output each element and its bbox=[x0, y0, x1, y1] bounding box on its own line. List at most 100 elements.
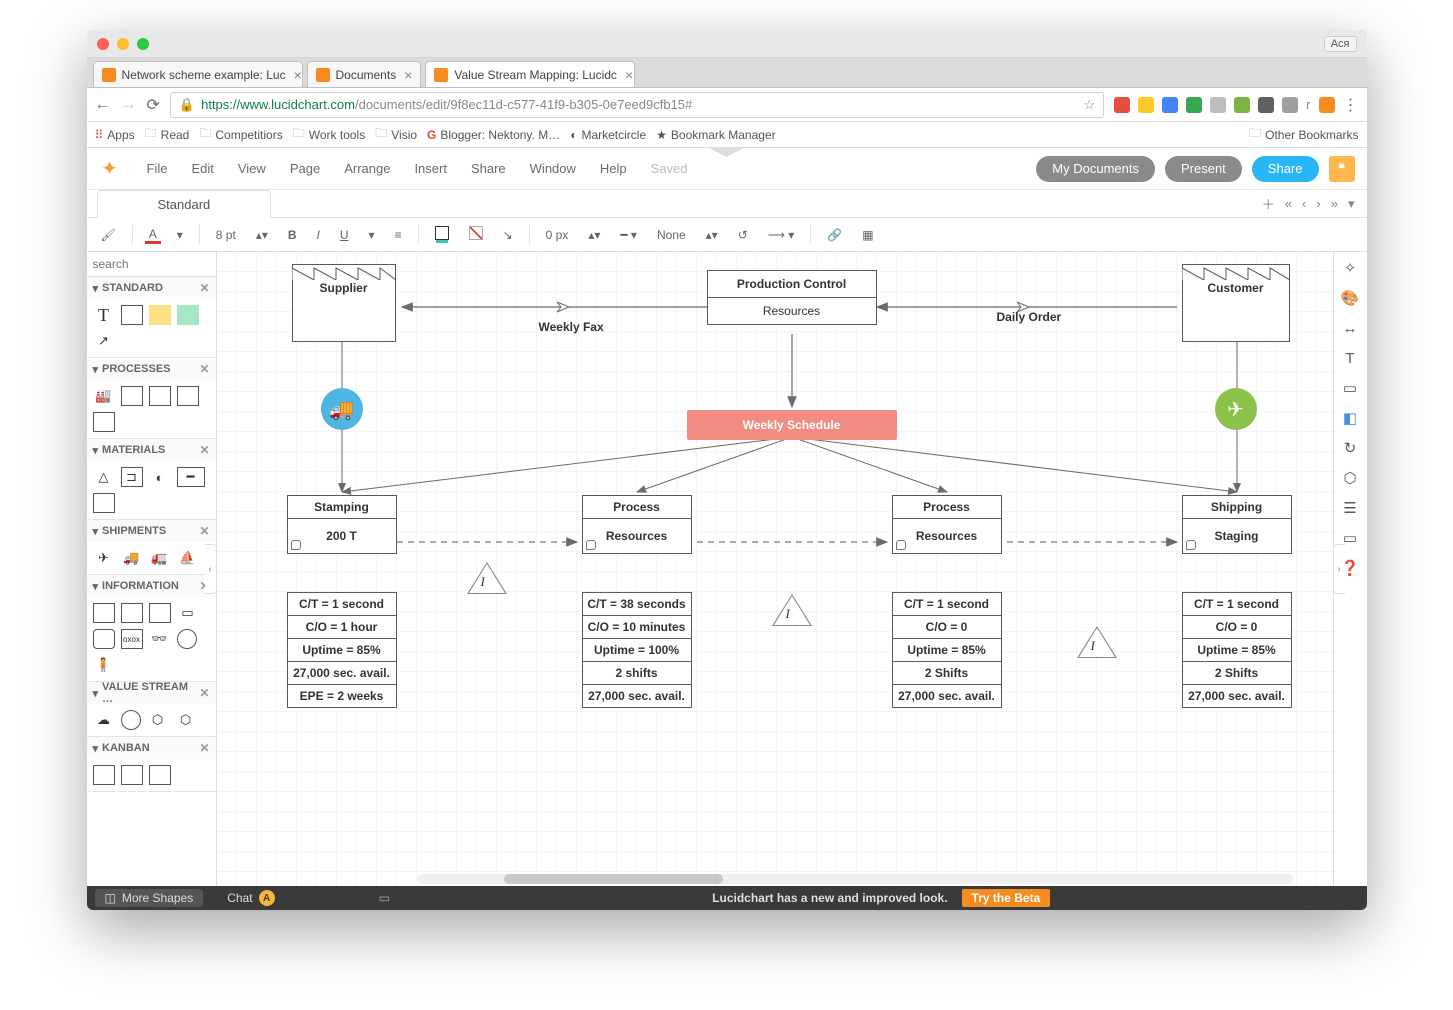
shape-pull-icon[interactable]: ◐ bbox=[149, 467, 171, 487]
share-button[interactable]: Share bbox=[1252, 156, 1319, 182]
font-size-stepper[interactable]: 8 pt bbox=[212, 226, 240, 244]
close-icon[interactable]: ✕ bbox=[199, 741, 209, 755]
search-input[interactable] bbox=[93, 257, 217, 271]
menu-share[interactable]: Share bbox=[461, 157, 516, 180]
extension-icon[interactable] bbox=[1282, 97, 1298, 113]
shape-inventory-icon[interactable]: △ bbox=[93, 467, 115, 487]
shape-glasses-icon[interactable]: 👓 bbox=[149, 629, 171, 649]
rightbar-collapse-icon[interactable]: › bbox=[1333, 544, 1345, 594]
shape-plane-icon[interactable]: ✈ bbox=[93, 548, 115, 568]
page-menu-icon[interactable]: ▾ bbox=[1348, 196, 1355, 212]
databox-process-2[interactable]: C/T = 1 second C/O = 0 Uptime = 85% 2 Sh… bbox=[892, 592, 1002, 708]
line-width-stepper[interactable]: 0 px bbox=[542, 226, 573, 244]
extension-icon[interactable] bbox=[1114, 97, 1130, 113]
canvas[interactable]: Supplier Customer Production Control Res… bbox=[217, 252, 1333, 886]
text-color-icon[interactable]: A bbox=[145, 225, 161, 244]
nav-forward-icon[interactable]: → bbox=[121, 96, 137, 114]
extension-icon[interactable] bbox=[1319, 97, 1335, 113]
app-logo-icon[interactable]: ✦ bbox=[99, 158, 121, 180]
shape-icon[interactable] bbox=[93, 765, 115, 785]
menu-edit[interactable]: Edit bbox=[181, 157, 223, 180]
shape-text-icon[interactable]: T bbox=[93, 305, 115, 325]
bookmark-item[interactable]: ◐Marketcircle bbox=[570, 128, 646, 142]
more-shapes-button[interactable]: ◫ More Shapes bbox=[95, 889, 204, 907]
fill-icon[interactable] bbox=[431, 224, 453, 245]
shape-process-icon[interactable] bbox=[177, 386, 199, 406]
shape-database-icon[interactable] bbox=[93, 629, 115, 649]
extension-icon[interactable] bbox=[1138, 97, 1154, 113]
add-page-icon[interactable]: ＋ bbox=[1262, 194, 1275, 213]
tab-close-icon[interactable]: × bbox=[625, 67, 633, 83]
profile-badge[interactable]: Ася bbox=[1324, 36, 1357, 52]
bookmark-item[interactable]: 🗀Work tools bbox=[293, 124, 365, 145]
node-process-stamping[interactable]: Stamping 200 T bbox=[287, 495, 397, 554]
node-weekly-schedule[interactable]: Weekly Schedule bbox=[687, 410, 897, 440]
page-prev-icon[interactable]: ‹ bbox=[1302, 196, 1306, 211]
text-icon[interactable]: T bbox=[1340, 348, 1360, 368]
shape-icon[interactable]: ▭ bbox=[177, 603, 199, 623]
underline-icon[interactable]: U bbox=[336, 226, 353, 244]
node-process-2[interactable]: Process Resources bbox=[892, 495, 1002, 554]
shape-buffer-icon[interactable] bbox=[93, 493, 115, 513]
data-icon[interactable]: ⬡ bbox=[1340, 468, 1360, 488]
menu-arrange[interactable]: Arrange bbox=[334, 157, 400, 180]
browser-tab[interactable]: Value Stream Mapping: Lucidc × bbox=[425, 61, 635, 87]
brush-icon[interactable]: 🖌 bbox=[97, 226, 120, 244]
sidebar-collapse-icon[interactable]: ‹ bbox=[205, 544, 217, 594]
shape-process-icon[interactable] bbox=[149, 386, 171, 406]
my-documents-button[interactable]: My Documents bbox=[1036, 156, 1155, 182]
inventory-icon[interactable]: I bbox=[1077, 626, 1117, 658]
node-supplier[interactable]: Supplier bbox=[292, 264, 396, 342]
browser-tab[interactable]: Documents × bbox=[307, 61, 422, 87]
link-icon[interactable]: 🔗 bbox=[823, 226, 846, 244]
menu-window[interactable]: Window bbox=[520, 157, 586, 180]
databox-shipping[interactable]: C/T = 1 second C/O = 0 Uptime = 85% 2 Sh… bbox=[1182, 592, 1292, 708]
plane-icon[interactable]: ✈ bbox=[1215, 388, 1257, 430]
shape-fifo-icon[interactable]: ━ bbox=[177, 467, 205, 487]
window-zoom-icon[interactable] bbox=[137, 38, 149, 50]
shape-icon[interactable] bbox=[149, 603, 171, 623]
present-button[interactable]: Present bbox=[1165, 156, 1242, 182]
inventory-icon[interactable]: I bbox=[467, 562, 507, 594]
close-icon[interactable]: ✕ bbox=[199, 686, 209, 700]
extension-icon[interactable] bbox=[1234, 97, 1250, 113]
browser-tab[interactable]: Network scheme example: Luc × bbox=[93, 61, 303, 87]
shape-circle-icon[interactable] bbox=[177, 629, 197, 649]
feedback-icon[interactable]: ❝ bbox=[1329, 156, 1355, 182]
menu-insert[interactable]: Insert bbox=[404, 157, 457, 180]
shape-forklift-icon[interactable]: 🚛 bbox=[149, 548, 171, 568]
nav-reload-icon[interactable]: ⟳ bbox=[147, 95, 160, 115]
page-first-icon[interactable]: « bbox=[1285, 196, 1292, 211]
extension-icon[interactable] bbox=[1258, 97, 1274, 113]
chat-button[interactable]: Chat A bbox=[217, 888, 284, 908]
page-tab[interactable]: Standard bbox=[97, 190, 272, 218]
shape-rect-icon[interactable] bbox=[121, 305, 143, 325]
dropdown-icon[interactable]: ▾ bbox=[365, 226, 379, 244]
bookmark-item[interactable]: 🗀Read bbox=[145, 124, 190, 145]
dropdown-icon[interactable]: ▾ bbox=[173, 226, 187, 244]
extension-icon[interactable] bbox=[1210, 97, 1226, 113]
line-routing-icon[interactable]: ↺ bbox=[734, 226, 752, 244]
shape-supermarket-icon[interactable]: ⊐ bbox=[121, 467, 143, 487]
nav-back-icon[interactable]: ← bbox=[95, 96, 111, 114]
stepper-icon[interactable]: ▴▾ bbox=[702, 226, 722, 244]
menu-view[interactable]: View bbox=[228, 157, 276, 180]
extension-icon[interactable] bbox=[1162, 97, 1178, 113]
chrome-menu-icon[interactable]: ⋮ bbox=[1343, 95, 1359, 115]
shape-factory-icon[interactable]: 🏭 bbox=[93, 386, 115, 406]
shape-process-icon[interactable] bbox=[121, 386, 143, 406]
ruler-icon[interactable]: ↔ bbox=[1340, 318, 1360, 338]
shape-boat-icon[interactable]: ⛵ bbox=[177, 548, 199, 568]
shape-truck-icon[interactable]: 🚚 bbox=[121, 548, 143, 568]
history-icon[interactable]: ↻ bbox=[1340, 438, 1360, 458]
minimize-chat-icon[interactable]: ▭ bbox=[379, 891, 390, 905]
bookmark-item[interactable]: 🗀Competitiors bbox=[199, 124, 282, 145]
shape-icon[interactable]: ⬡ bbox=[147, 710, 169, 730]
shape-note-icon[interactable] bbox=[177, 305, 199, 325]
close-icon[interactable]: ✕ bbox=[199, 443, 209, 457]
tab-close-icon[interactable]: × bbox=[404, 67, 412, 83]
chevron-down-icon[interactable] bbox=[708, 147, 746, 157]
bookmark-item[interactable]: ⠿Apps bbox=[95, 128, 135, 142]
databox-stamping[interactable]: C/T = 1 second C/O = 1 hour Uptime = 85%… bbox=[287, 592, 397, 708]
shape-icon[interactable] bbox=[149, 765, 171, 785]
